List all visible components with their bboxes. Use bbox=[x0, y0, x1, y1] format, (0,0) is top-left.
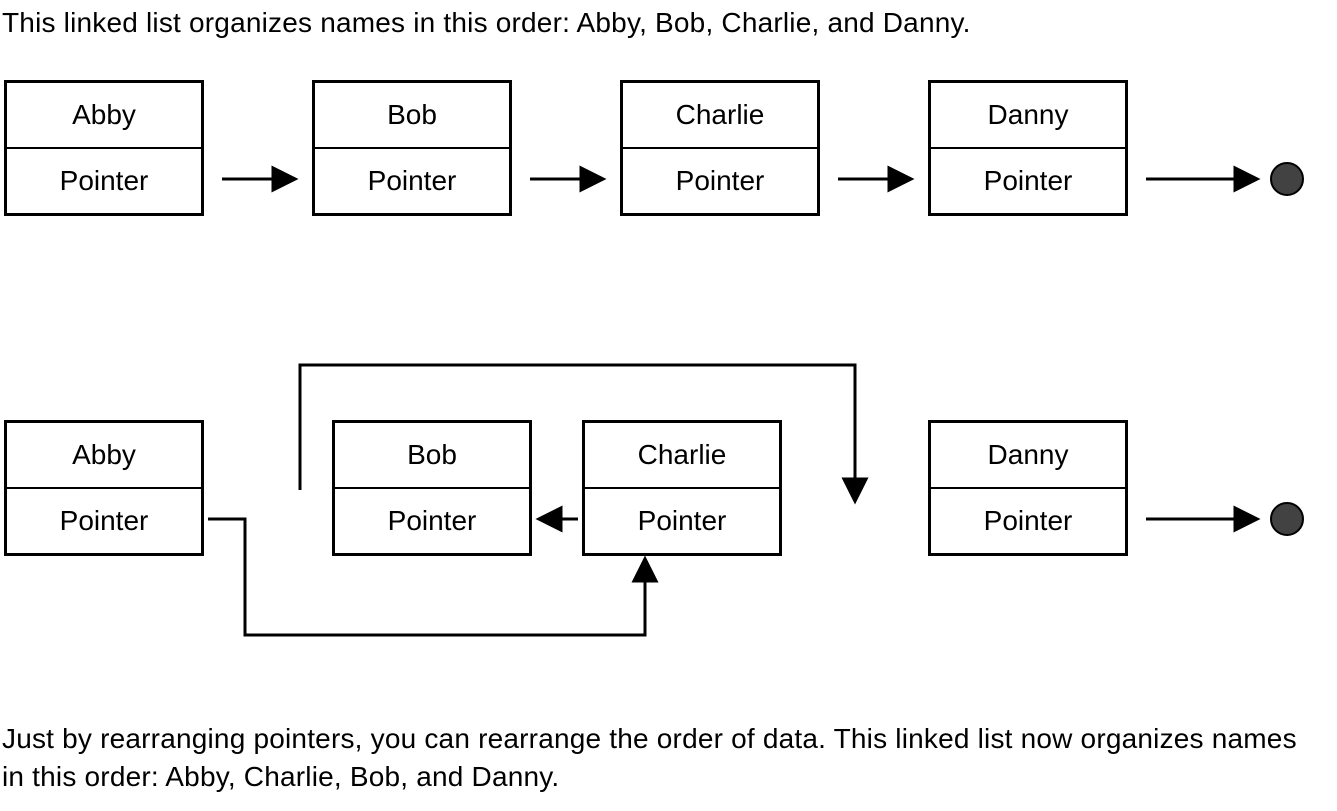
node-2-abby: Abby Pointer bbox=[4, 420, 204, 556]
node-3-pointer-label: Pointer bbox=[623, 149, 817, 213]
caption-bottom: Just by rearranging pointers, you can re… bbox=[2, 720, 1322, 796]
diagram-canvas: This linked list organizes names in this… bbox=[0, 0, 1337, 811]
node-1-bob: Bob Pointer bbox=[312, 80, 512, 216]
node-2-pointer-label: Pointer bbox=[315, 149, 509, 213]
node2-2-pointer-label: Pointer bbox=[335, 489, 529, 553]
node-4-name: Danny bbox=[931, 83, 1125, 149]
node-4-pointer-label: Pointer bbox=[931, 149, 1125, 213]
node-2-bob: Bob Pointer bbox=[332, 420, 532, 556]
node-2-charlie: Charlie Pointer bbox=[582, 420, 782, 556]
node2-2-name: Bob bbox=[335, 423, 529, 489]
node-1-abby: Abby Pointer bbox=[4, 80, 204, 216]
node-1-charlie: Charlie Pointer bbox=[620, 80, 820, 216]
node2-1-name: Abby bbox=[7, 423, 201, 489]
node-2-danny: Danny Pointer bbox=[928, 420, 1128, 556]
node2-3-pointer-label: Pointer bbox=[585, 489, 779, 553]
node-2-name: Bob bbox=[315, 83, 509, 149]
terminator-2 bbox=[1270, 502, 1304, 536]
node-1-danny: Danny Pointer bbox=[928, 80, 1128, 216]
terminator-1 bbox=[1270, 162, 1304, 196]
node2-4-pointer-label: Pointer bbox=[931, 489, 1125, 553]
node2-3-name: Charlie bbox=[585, 423, 779, 489]
node-3-name: Charlie bbox=[623, 83, 817, 149]
node2-1-pointer-label: Pointer bbox=[7, 489, 201, 553]
node2-4-name: Danny bbox=[931, 423, 1125, 489]
node-1-name: Abby bbox=[7, 83, 201, 149]
caption-top: This linked list organizes names in this… bbox=[2, 4, 1322, 42]
node-1-pointer-label: Pointer bbox=[7, 149, 201, 213]
